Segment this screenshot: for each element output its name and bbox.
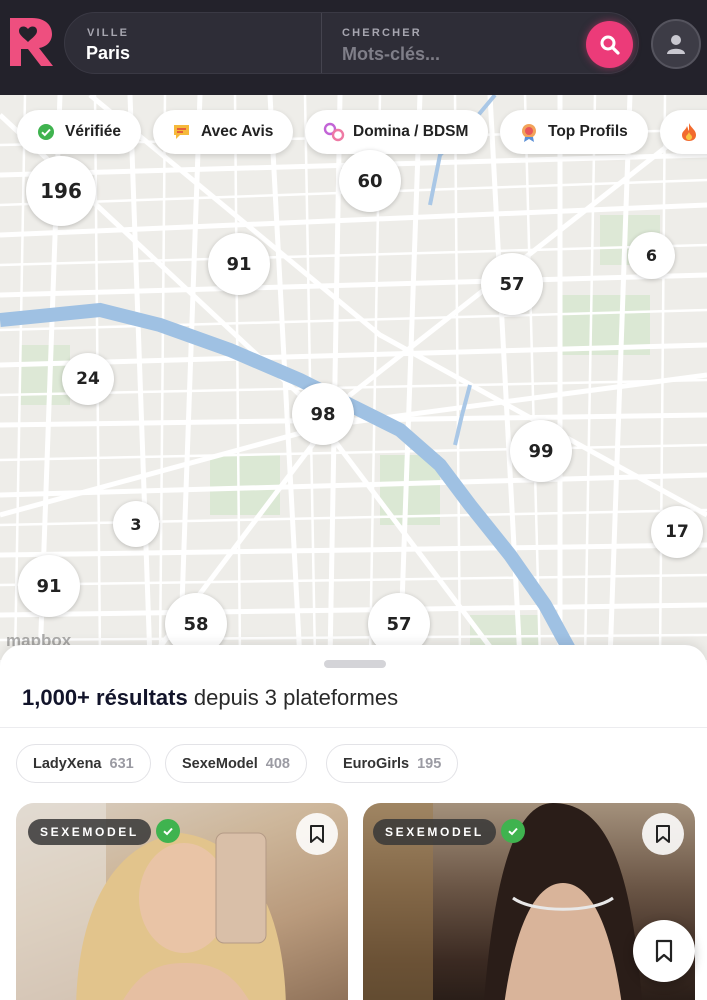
- map-cluster[interactable]: 91: [208, 233, 270, 295]
- filter-chip-top-profiles[interactable]: Top Profils: [500, 110, 648, 154]
- filter-chips: Vérifiée Avec Avis Domina / BDSM Top Pro…: [0, 110, 707, 154]
- bookmark-button[interactable]: [642, 813, 684, 855]
- results-map[interactable]: Vérifiée Avec Avis Domina / BDSM Top Pro…: [0, 95, 707, 660]
- app-logo[interactable]: [6, 16, 56, 68]
- bookmark-button[interactable]: [296, 813, 338, 855]
- bookmark-icon: [655, 939, 673, 963]
- map-cluster[interactable]: 17: [651, 506, 703, 558]
- results-count: 1,000+ résultats: [22, 685, 188, 710]
- platform-badge: SEXEMODEL: [28, 819, 151, 845]
- medal-icon: [518, 121, 540, 143]
- results-sheet: 1,000+ résultats depuis 3 plateformes La…: [0, 645, 707, 1000]
- platform-filter-sexemodel[interactable]: SexeModel 408: [165, 744, 307, 783]
- map-cluster[interactable]: 60: [339, 150, 401, 212]
- results-summary: 1,000+ résultats depuis 3 plateformes: [22, 685, 398, 711]
- search-button[interactable]: [586, 21, 633, 68]
- platform-filter-eurogirls[interactable]: EuroGirls 195: [326, 744, 459, 783]
- user-icon: [667, 35, 685, 54]
- platform-count: 195: [417, 755, 442, 772]
- platform-count: 408: [265, 755, 290, 772]
- platform-name: LadyXena: [33, 755, 102, 772]
- search-bar: VILLE Paris CHERCHER: [64, 12, 639, 74]
- map-cluster[interactable]: 98: [292, 383, 354, 445]
- platform-name: SexeModel: [182, 755, 258, 772]
- search-icon: [600, 35, 620, 55]
- filter-chip-label: Vérifiée: [65, 123, 122, 140]
- filter-chip-hot[interactable]: [660, 110, 707, 154]
- filter-chip-label: Avec Avis: [201, 123, 274, 140]
- map-cluster[interactable]: 6: [628, 232, 675, 279]
- keyword-search-input[interactable]: [342, 42, 562, 66]
- filter-chip-bdsm[interactable]: Domina / BDSM: [305, 110, 489, 154]
- saved-profiles-button[interactable]: [633, 920, 695, 982]
- divider: [0, 727, 707, 728]
- map-cluster[interactable]: 91: [18, 555, 80, 617]
- map-cluster[interactable]: 3: [113, 501, 159, 547]
- search-label: CHERCHER: [342, 27, 422, 39]
- verified-check-icon: [35, 121, 57, 143]
- search-divider: [321, 13, 322, 73]
- filter-chip-reviews[interactable]: Avec Avis: [153, 110, 294, 154]
- city-selector[interactable]: Paris: [86, 43, 130, 64]
- fire-icon: [678, 121, 700, 143]
- city-label: VILLE: [87, 27, 130, 39]
- filter-chip-label: Top Profils: [548, 123, 628, 140]
- bookmark-icon: [310, 825, 324, 843]
- platform-count: 631: [109, 755, 134, 772]
- platform-filter-ladyxena[interactable]: LadyXena 631: [16, 744, 151, 783]
- platform-badge: SEXEMODEL: [373, 819, 496, 845]
- verified-check-icon: [501, 819, 525, 843]
- filter-chip-verified[interactable]: Vérifiée: [17, 110, 142, 154]
- verified-check-icon: [156, 819, 180, 843]
- app-header: VILLE Paris CHERCHER: [0, 0, 707, 95]
- map-cluster[interactable]: 24: [62, 353, 114, 405]
- filter-chip-label: Domina / BDSM: [353, 123, 469, 140]
- map-cluster[interactable]: 196: [26, 156, 96, 226]
- map-cluster[interactable]: 57: [481, 253, 543, 315]
- bookmark-icon: [656, 825, 670, 843]
- sheet-drag-handle[interactable]: [324, 660, 386, 668]
- platform-name: EuroGirls: [343, 755, 410, 772]
- profile-card[interactable]: SEXEMODEL: [16, 803, 348, 1000]
- map-cluster[interactable]: 99: [510, 420, 572, 482]
- profile-button[interactable]: [651, 19, 701, 69]
- review-icon: [171, 121, 193, 143]
- results-source: depuis 3 plateformes: [193, 685, 399, 710]
- handcuffs-icon: [323, 121, 345, 143]
